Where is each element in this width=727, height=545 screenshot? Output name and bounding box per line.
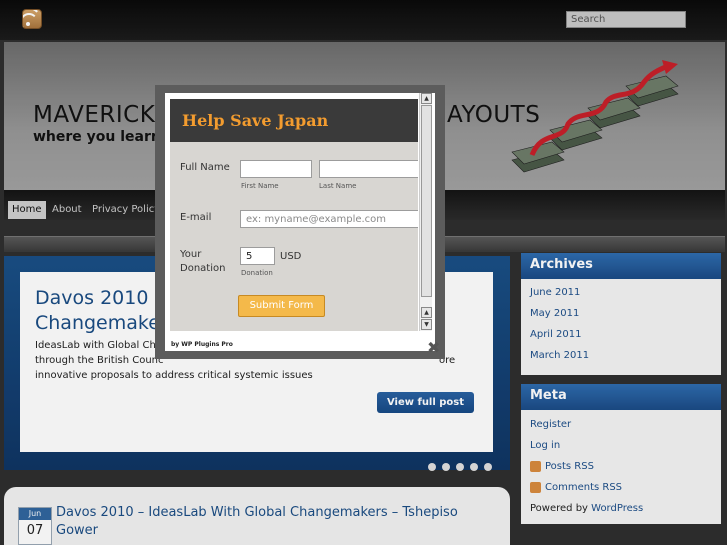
submit-form-button[interactable]: Submit Form (238, 295, 325, 317)
last-name-input[interactable] (319, 160, 418, 178)
last-name-sublabel: Last Name (319, 182, 357, 190)
email-input[interactable] (240, 210, 418, 228)
scroll-up-arrow-icon[interactable]: ▲ (421, 307, 432, 318)
currency-label: USD (280, 251, 302, 262)
scrollbar-thumb[interactable] (421, 105, 432, 297)
donation-label: Your Donation (180, 249, 226, 274)
donation-amount-input[interactable] (240, 247, 275, 265)
scroll-down-arrow-icon[interactable]: ▼ (421, 319, 432, 330)
scroll-up-arrow-icon[interactable]: ▲ (421, 93, 432, 104)
modal-overlay: Help Save Japan Full Name First Name Las… (0, 0, 727, 545)
close-icon[interactable]: ✖ (427, 340, 440, 356)
full-name-label: Full Name (180, 162, 230, 173)
email-label: E-mail (180, 212, 212, 223)
modal-content: Help Save Japan Full Name First Name Las… (165, 93, 440, 356)
donation-form: Help Save Japan Full Name First Name Las… (170, 99, 418, 331)
modal-scrollbar[interactable]: ▲ ▲ ▼ (419, 93, 432, 331)
first-name-input[interactable] (240, 160, 312, 178)
donation-sublabel: Donation (241, 269, 273, 277)
first-name-sublabel: First Name (241, 182, 279, 190)
form-title: Help Save Japan (182, 111, 329, 130)
donation-modal: Help Save Japan Full Name First Name Las… (155, 85, 445, 359)
plugin-credit[interactable]: by WP Plugins Pro (171, 341, 233, 348)
form-header: Help Save Japan (170, 99, 418, 142)
